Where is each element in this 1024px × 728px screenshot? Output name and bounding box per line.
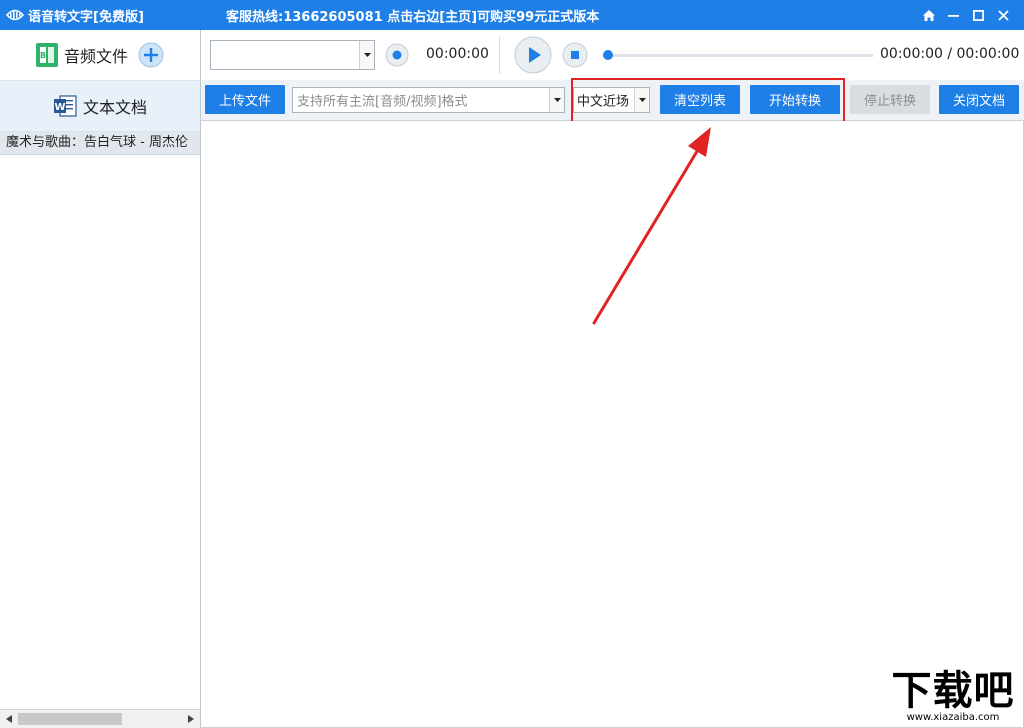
watermark-logo: 下载吧 www.xiazaiba.com <box>886 668 1020 726</box>
maximize-button[interactable] <box>966 0 991 30</box>
clear-list-button[interactable]: 清空列表 <box>660 85 740 114</box>
format-select[interactable]: 支持所有主流[音频/视频]格式 <box>292 87 565 113</box>
svg-text:W: W <box>54 102 65 113</box>
record-button[interactable] <box>385 43 409 67</box>
app-title: 语音转文字[免费版] <box>28 9 144 25</box>
close-button[interactable] <box>991 0 1016 30</box>
app-logo-icon <box>6 9 24 21</box>
home-icon <box>922 9 935 21</box>
home-button[interactable] <box>916 0 941 30</box>
sidebar: B 音频文件 W 文本文档 魔术与歌曲：告白气球 - 周杰伦 <box>0 30 201 728</box>
scroll-left-arrow[interactable] <box>1 710 17 728</box>
minimize-button[interactable] <box>941 0 966 30</box>
close-document-button[interactable]: 关闭文档 <box>939 85 1019 114</box>
dropdown-arrow-icon <box>549 88 564 112</box>
audio-file-icon: B <box>35 43 58 67</box>
toolbar: 上传文件 支持所有主流[音频/视频]格式 中文近场 清空列表 开始转换 停止转换… <box>201 80 1024 121</box>
hotline-text: 客服热线:13662605081 点击右边[主页]可购买99元正式版本 <box>226 9 600 25</box>
svg-text:B: B <box>40 51 46 60</box>
watermark-url: www.xiazaiba.com <box>906 712 1000 723</box>
nav-text-docs-label: 文本文档 <box>82 98 147 117</box>
progress-knob[interactable] <box>603 50 613 60</box>
add-audio-button[interactable] <box>138 42 164 68</box>
playback-time: 00:00:00 / 00:00:00 <box>880 46 1020 62</box>
play-button[interactable] <box>514 36 552 74</box>
word-doc-icon: W <box>53 95 77 117</box>
title-bar: 语音转文字[免费版] 客服热线:13662605081 点击右边[主页]可购买9… <box>0 0 1024 30</box>
language-select-value: 中文近场 <box>577 94 630 110</box>
close-icon <box>998 9 1009 21</box>
horizontal-scrollbar[interactable] <box>0 709 200 728</box>
dropdown-arrow-icon <box>634 88 649 112</box>
divider <box>499 36 500 74</box>
player-bar: 00:00:00 00:00:00 / 00:00:00 <box>201 30 1024 81</box>
record-time: 00:00:00 <box>426 46 489 62</box>
chevron-left-icon <box>6 715 12 723</box>
scroll-thumb[interactable] <box>18 713 122 725</box>
nav-audio-files-label: 音频文件 <box>63 47 128 66</box>
language-select[interactable]: 中文近场 <box>573 87 650 113</box>
playback-progress-slider[interactable] <box>603 50 873 60</box>
dropdown-arrow-icon <box>359 41 374 69</box>
format-select-placeholder: 支持所有主流[音频/视频]格式 <box>297 94 468 110</box>
watermark-main: 下载吧 <box>891 667 1015 714</box>
window-controls <box>916 0 1016 30</box>
nav-text-docs[interactable]: W 文本文档 <box>0 81 200 132</box>
nav-audio-files[interactable]: B 音频文件 <box>0 30 200 81</box>
start-convert-button[interactable]: 开始转换 <box>750 85 840 114</box>
source-select[interactable] <box>210 40 375 70</box>
upload-file-button[interactable]: 上传文件 <box>205 85 285 114</box>
file-list-item[interactable]: 魔术与歌曲：告白气球 - 周杰伦 <box>0 132 200 155</box>
minimize-icon <box>948 14 959 17</box>
stop-button[interactable] <box>562 42 588 68</box>
stop-convert-button[interactable]: 停止转换 <box>850 85 930 114</box>
document-content-area[interactable] <box>201 121 1024 728</box>
chevron-right-icon <box>188 715 194 723</box>
scroll-right-arrow[interactable] <box>183 710 199 728</box>
maximize-icon <box>973 9 984 21</box>
